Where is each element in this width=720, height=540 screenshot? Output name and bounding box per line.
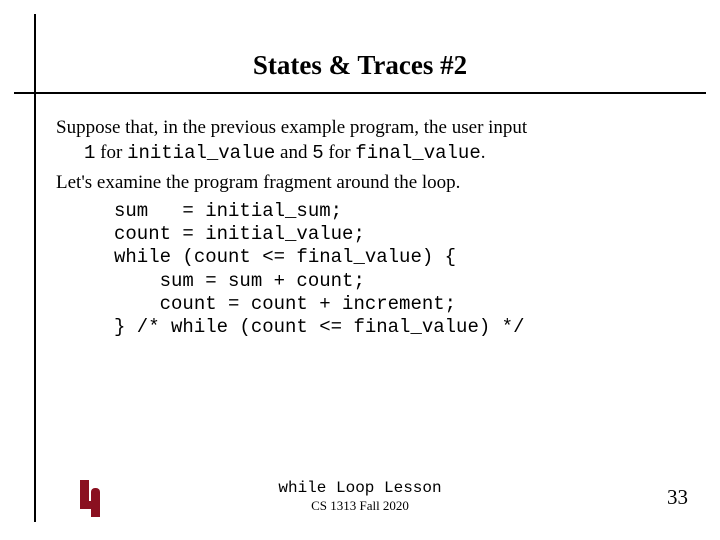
literal-1: 1	[84, 142, 95, 164]
code-initial-value: initial_value	[127, 142, 275, 164]
text-for-2: for	[324, 142, 356, 163]
decor-vertical-rule	[34, 14, 36, 522]
slide-body: Suppose that, in the previous example pr…	[56, 116, 676, 339]
footer-lesson: while Loop Lesson	[0, 479, 720, 497]
page-number: 33	[667, 485, 688, 510]
paragraph-1: Suppose that, in the previous example pr…	[56, 116, 676, 165]
footer: while Loop Lesson CS 1313 Fall 2020	[0, 479, 720, 514]
text-and: and	[275, 142, 312, 163]
para1-period: .	[481, 142, 486, 163]
literal-5: 5	[312, 142, 323, 164]
text-for-1: for	[95, 142, 127, 163]
footer-course: CS 1313 Fall 2020	[0, 498, 720, 514]
code-block: sum = initial_sum; count = initial_value…	[114, 200, 676, 339]
code-final-value: final_value	[355, 142, 480, 164]
decor-horizontal-rule	[14, 92, 706, 94]
paragraph-2: Let's examine the program fragment aroun…	[56, 171, 676, 196]
slide-title: States & Traces #2	[0, 50, 720, 81]
para1-line1: Suppose that, in the previous example pr…	[56, 117, 527, 138]
para1-line2: 1 for initial_value and 5 for final_valu…	[56, 141, 676, 166]
